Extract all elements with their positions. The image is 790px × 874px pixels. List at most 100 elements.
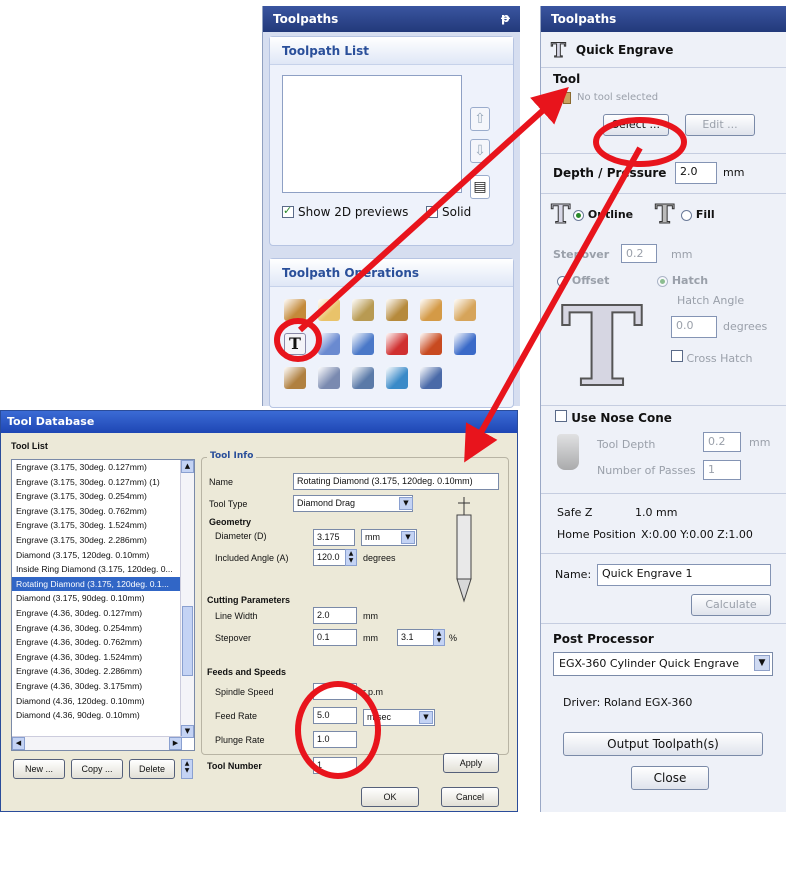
preview-icon[interactable] <box>318 367 340 389</box>
tool-name-input[interactable]: Rotating Diamond (3.175, 120deg. 0.10mm) <box>293 473 499 490</box>
fluting-icon[interactable] <box>454 299 476 321</box>
tool-list-item[interactable]: Engrave (3.175, 30deg. 0.254mm) <box>12 489 194 504</box>
tool-list-item[interactable]: Engrave (3.175, 30deg. 0.127mm) <box>12 460 194 475</box>
ok-button[interactable]: OK <box>361 787 419 807</box>
merge-icon[interactable] <box>420 367 442 389</box>
stepover-spinner[interactable]: ▲ ▼ <box>433 629 445 646</box>
section-title: Toolpath Operations <box>270 259 513 287</box>
reorder-spinner[interactable]: ▲ ▼ <box>181 759 193 779</box>
tool-list[interactable]: Engrave (3.175, 30deg. 0.127mm) Engrave (… <box>11 459 195 751</box>
quick-engrave-icon: T <box>551 37 567 62</box>
line-width-input[interactable]: 2.0 <box>313 607 357 624</box>
tool-list-item[interactable]: Engrave (4.36, 30deg. 0.254mm) <box>12 621 194 636</box>
horizontal-scrollbar[interactable]: ◀ ▶ <box>12 736 182 750</box>
pocket-icon[interactable] <box>318 299 340 321</box>
fill-radio[interactable]: Fill <box>681 208 715 221</box>
nose-cone-icon <box>557 434 579 470</box>
delete-icon[interactable] <box>386 333 408 355</box>
cancel-button[interactable]: Cancel <box>441 787 499 807</box>
select-tool-button[interactable]: Select ... <box>603 114 669 136</box>
zero-icon[interactable] <box>352 367 374 389</box>
chevron-down-icon[interactable]: ▼ <box>419 711 433 724</box>
panel-header: Toolpaths <box>541 6 786 32</box>
material-icon[interactable] <box>284 367 306 389</box>
new-tool-button[interactable]: New ... <box>13 759 65 779</box>
template-icon[interactable] <box>386 367 408 389</box>
tool-depth-input[interactable]: 0.2 <box>703 432 741 452</box>
stepover-input[interactable]: 0.2 <box>621 244 657 263</box>
passes-input[interactable]: 1 <box>703 460 741 480</box>
outline-radio[interactable]: Outline <box>573 208 633 221</box>
angle-unit: degrees <box>363 553 396 563</box>
tool-list-item[interactable]: Inside Ring Diamond (3.175, 120deg. 0... <box>12 562 194 577</box>
chevron-down-icon[interactable]: ▼ <box>401 531 415 544</box>
tool-type-select[interactable]: Diamond Drag <box>293 495 413 512</box>
recalculate-icon[interactable] <box>420 333 442 355</box>
tool-list-item[interactable]: Diamond (4.36, 120deg. 0.10mm) <box>12 694 194 709</box>
depth-input[interactable]: 2.0 <box>675 162 717 184</box>
toolpath-list[interactable] <box>282 75 462 193</box>
array-icon[interactable] <box>352 333 374 355</box>
tool-list-item[interactable]: Engrave (4.36, 30deg. 0.127mm) <box>12 606 194 621</box>
tool-list-item[interactable]: Engrave (4.36, 30deg. 2.286mm) <box>12 664 194 679</box>
edit-icon[interactable] <box>318 333 340 355</box>
tool-list-item[interactable]: Engrave (4.36, 30deg. 3.175mm) <box>12 679 194 694</box>
quick-engrave-panel: Toolpaths T Quick Engrave Tool No tool s… <box>540 6 786 812</box>
cross-hatch-checkbox[interactable]: Cross Hatch <box>671 350 753 365</box>
toolpath-name-input[interactable]: Quick Engrave 1 <box>597 564 771 586</box>
toolpath-summary-icon[interactable]: ▤ <box>470 175 490 199</box>
hatch-radio[interactable]: Hatch <box>657 274 708 287</box>
tool-list-item[interactable]: Engrave (3.175, 30deg. 2.286mm) <box>12 533 194 548</box>
scroll-down-icon[interactable]: ▼ <box>181 725 194 738</box>
tool-list-item[interactable]: Rotating Diamond (3.175, 120deg. 0.1... <box>12 576 194 592</box>
scroll-thumb[interactable] <box>182 606 193 676</box>
stepover-input[interactable]: 0.1 <box>313 629 357 646</box>
drill-icon[interactable] <box>352 299 374 321</box>
spindle-speed-label: Spindle Speed <box>215 687 274 697</box>
scroll-right-icon[interactable]: ▶ <box>169 737 182 750</box>
use-nose-cone-checkbox[interactable]: Use Nose Cone <box>555 410 672 425</box>
tool-list-item[interactable]: Diamond (3.175, 90deg. 0.10mm) <box>12 591 194 606</box>
move-down-icon[interactable]: ⇩ <box>470 139 490 163</box>
stepover-label: Stepover <box>215 633 252 643</box>
vertical-scrollbar[interactable]: ▲ ▼ <box>180 460 194 738</box>
delete-tool-button[interactable]: Delete <box>129 759 175 779</box>
tool-list-item[interactable]: Diamond (4.36, 90deg. 0.10mm) <box>12 708 194 723</box>
tool-number-input[interactable]: 1 <box>313 757 357 774</box>
tool-list-item[interactable]: Engrave (4.36, 30deg. 0.762mm) <box>12 635 194 650</box>
quick-engrave-icon[interactable]: T <box>284 333 306 355</box>
scroll-left-icon[interactable]: ◀ <box>12 737 25 750</box>
post-processor-select[interactable]: EGX-360 Cylinder Quick Engrave ▼ <box>553 652 773 676</box>
tool-list-item[interactable]: Engrave (3.175, 30deg. 0.127mm) (1) <box>12 475 194 490</box>
spindle-speed-input[interactable] <box>313 683 357 700</box>
tool-type-label: Tool Type <box>209 499 248 509</box>
solid-checkbox[interactable]: Solid <box>426 205 471 219</box>
home-section: Safe Z 1.0 mm Home Position X:0.00 Y:0.0… <box>541 494 786 554</box>
feed-rate-input[interactable]: 5.0 <box>313 707 357 724</box>
copy-tool-button[interactable]: Copy ... <box>71 759 123 779</box>
radio-label: Outline <box>587 208 634 221</box>
vcarve-icon[interactable] <box>386 299 408 321</box>
tool-list-item[interactable]: Engrave (3.175, 30deg. 0.762mm) <box>12 504 194 519</box>
diameter-input[interactable]: 3.175 <box>313 529 355 546</box>
stepover-percent-input[interactable]: 3.1 <box>397 629 437 646</box>
move-up-icon[interactable]: ⇧ <box>470 107 490 131</box>
tool-list-item[interactable]: Engrave (4.36, 30deg. 1.524mm) <box>12 650 194 665</box>
tool-list-item[interactable]: Diamond (3.175, 120deg. 0.10mm) <box>12 548 194 563</box>
texture-icon[interactable] <box>420 299 442 321</box>
edit-tool-button[interactable]: Edit ... <box>685 114 755 136</box>
apply-button[interactable]: Apply <box>443 753 499 773</box>
save-icon[interactable] <box>454 333 476 355</box>
show-2d-previews-checkbox[interactable]: Show 2D previews <box>282 204 408 219</box>
close-button[interactable]: Close <box>631 766 709 790</box>
plunge-rate-input[interactable]: 1.0 <box>313 731 357 748</box>
angle-spinner[interactable]: ▲ ▼ <box>345 549 357 566</box>
tool-list-item[interactable]: Engrave (3.175, 30deg. 1.524mm) <box>12 518 194 533</box>
profile-icon[interactable] <box>284 299 306 321</box>
chevron-down-icon[interactable]: ▼ <box>399 497 413 510</box>
output-toolpaths-button[interactable]: Output Toolpath(s) <box>563 732 763 756</box>
pin-icon[interactable]: ᵽ <box>501 11 510 25</box>
hatch-angle-input[interactable]: 0.0 <box>671 316 717 338</box>
scroll-up-icon[interactable]: ▲ <box>181 460 194 473</box>
calculate-button[interactable]: Calculate <box>691 594 771 616</box>
